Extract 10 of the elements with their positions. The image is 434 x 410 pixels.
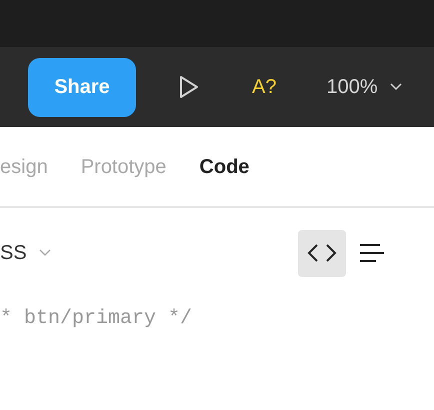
menu-lines-icon (360, 244, 384, 262)
code-icon (307, 244, 337, 262)
zoom-level[interactable]: 100% (326, 72, 378, 102)
play-icon[interactable] (179, 75, 199, 99)
tab[interactable]: Code (199, 152, 250, 182)
language-dropdown[interactable]: SS (0, 238, 27, 268)
code-view-button[interactable] (298, 230, 346, 276)
chevron-down-icon[interactable] (390, 83, 402, 91)
font-badge[interactable]: A? (252, 72, 276, 102)
code-line: * btn/primary */ (0, 307, 192, 330)
